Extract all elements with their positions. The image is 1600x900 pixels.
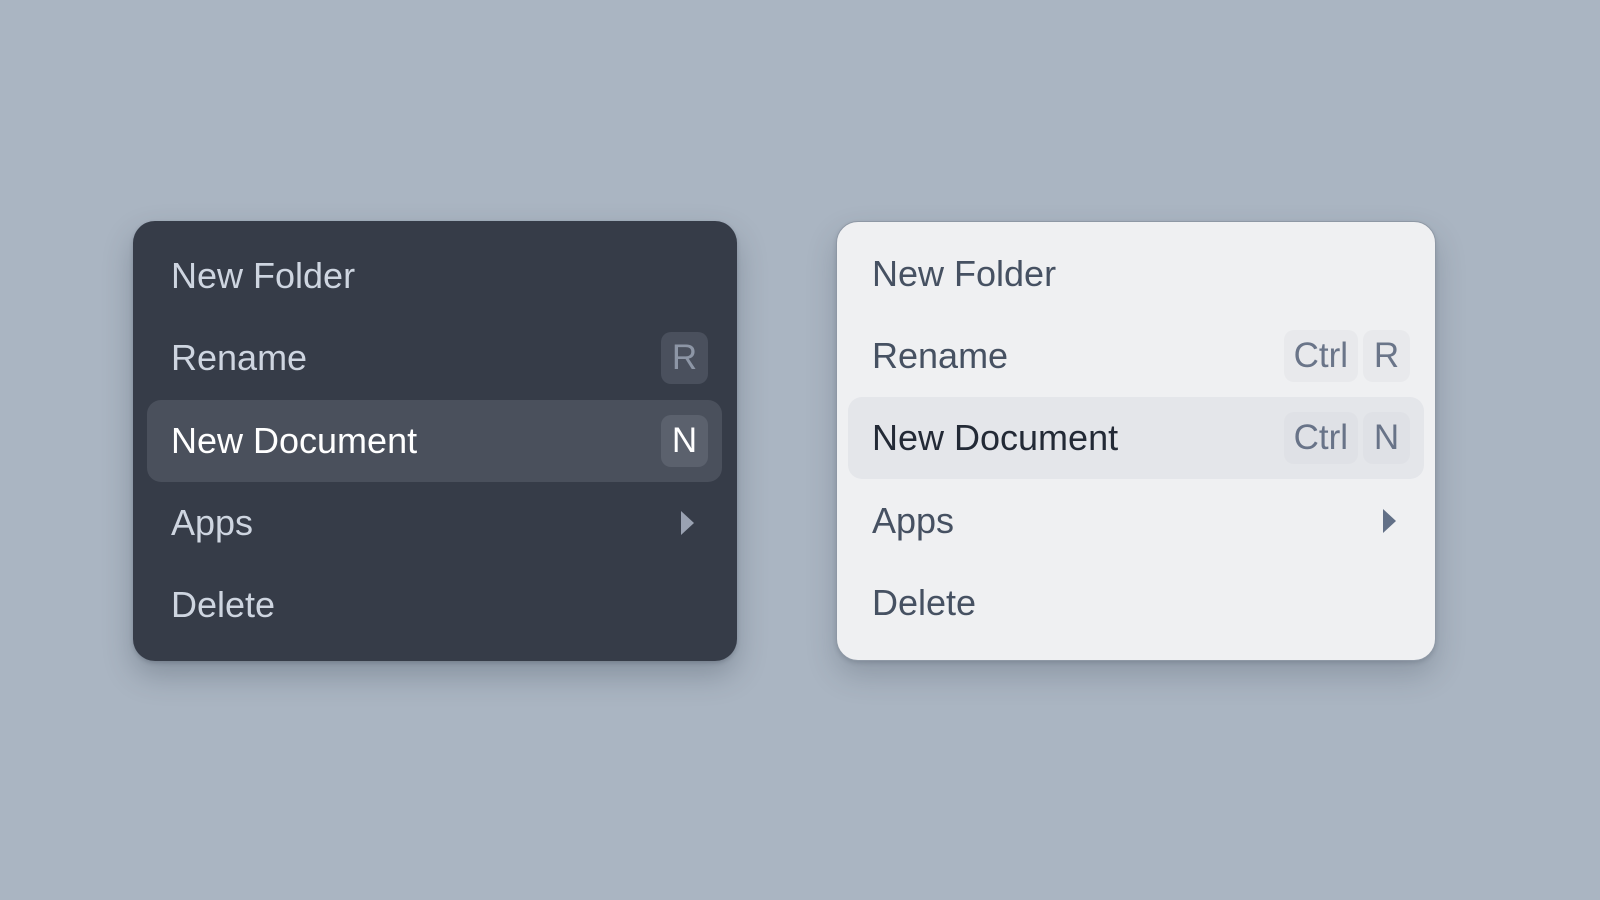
menu-item-delete[interactable]: Delete — [147, 564, 722, 646]
shortcut-keys: Ctrl R — [1283, 330, 1410, 382]
shortcut-key-modifier: Ctrl — [1283, 330, 1358, 382]
shortcut-keys: N — [661, 415, 708, 467]
menu-item-apps[interactable]: Apps — [147, 482, 722, 564]
chevron-right-icon — [1383, 509, 1396, 533]
menu-item-label: New Document — [171, 420, 418, 461]
menu-item-label: Delete — [872, 582, 977, 623]
menu-item-new-folder[interactable]: New Folder — [147, 235, 722, 317]
menu-item-label: Apps — [872, 500, 955, 541]
chevron-right-icon — [681, 511, 694, 535]
shortcut-keys: Ctrl N — [1283, 412, 1410, 464]
menu-item-new-folder[interactable]: New Folder — [848, 233, 1424, 315]
shortcut-key: R — [1363, 330, 1410, 382]
menu-item-delete[interactable]: Delete — [848, 562, 1424, 644]
menu-item-apps[interactable]: Apps — [848, 480, 1424, 562]
menu-item-label: Rename — [872, 335, 1009, 376]
shortcut-key: N — [661, 415, 708, 467]
menu-item-label: New Folder — [171, 255, 356, 296]
shortcut-key-modifier: Ctrl — [1283, 412, 1358, 464]
menu-item-label: New Folder — [872, 253, 1057, 294]
context-menu-light: New Folder Rename Ctrl R New Document Ct… — [836, 221, 1436, 661]
menu-item-label: Rename — [171, 337, 308, 378]
menu-item-label: Apps — [171, 502, 254, 543]
menu-item-new-document[interactable]: New Document N — [147, 400, 722, 482]
shortcut-key: N — [1363, 412, 1410, 464]
menu-item-label: Delete — [171, 584, 276, 625]
shortcut-key: R — [661, 332, 708, 384]
menu-item-new-document[interactable]: New Document Ctrl N — [848, 397, 1424, 479]
shortcut-keys: R — [661, 332, 708, 384]
menu-item-label: New Document — [872, 417, 1119, 458]
context-menu-dark: New Folder Rename R New Document N Apps … — [133, 221, 737, 661]
menu-item-rename[interactable]: Rename Ctrl R — [848, 315, 1424, 397]
menu-item-rename[interactable]: Rename R — [147, 317, 722, 399]
